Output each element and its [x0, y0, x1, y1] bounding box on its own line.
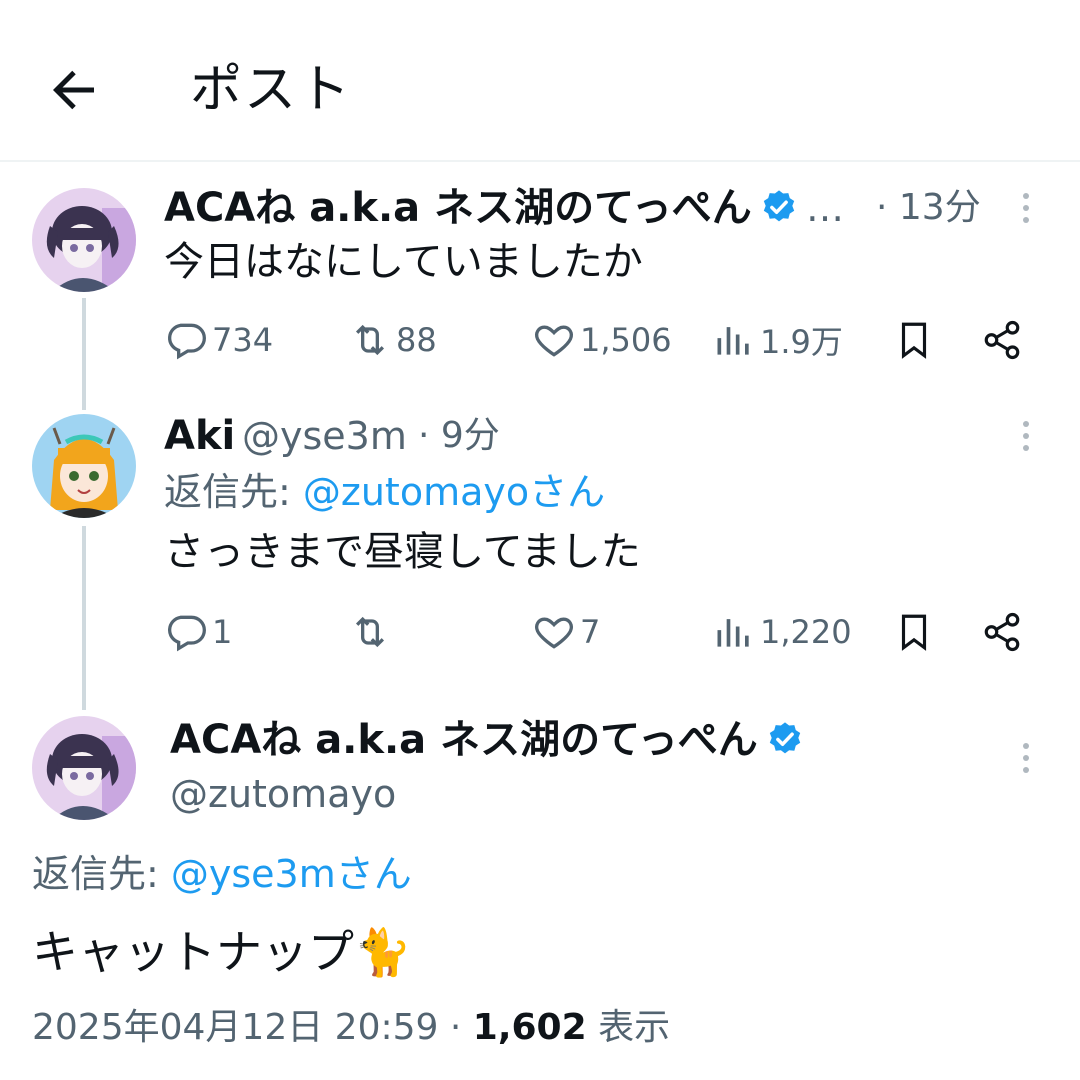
- post-text-content: キャットナップ: [32, 925, 354, 979]
- reply-count: 734: [212, 321, 274, 359]
- author-handle[interactable]: @zutomayo: [170, 766, 396, 822]
- post-metadata: 2025年04月12日 20:59 · 1,602 表示: [32, 1000, 670, 1056]
- more-options-icon[interactable]: [1006, 408, 1046, 464]
- reply-context: 返信先: @yse3mさん: [32, 846, 412, 902]
- repost-button[interactable]: 88: [348, 312, 437, 368]
- verified-badge-icon: [760, 188, 798, 226]
- avatar[interactable]: [32, 188, 136, 292]
- avatar[interactable]: [32, 414, 136, 518]
- bookmark-icon[interactable]: [886, 604, 942, 660]
- avatar[interactable]: [32, 716, 136, 820]
- more-options-icon[interactable]: [1006, 180, 1046, 236]
- verified-badge-icon: [766, 720, 804, 758]
- thread-line: [82, 298, 86, 410]
- like-count: 1,506: [580, 321, 672, 359]
- heart-icon: [535, 617, 573, 649]
- post-time[interactable]: · 13分: [876, 180, 981, 236]
- thread-line: [82, 526, 86, 710]
- views-count: 1,602: [472, 1007, 587, 1048]
- views-button[interactable]: 1.9万: [712, 312, 843, 368]
- bookmark-icon[interactable]: [886, 312, 942, 368]
- author-handle[interactable]: @yse3m: [242, 408, 407, 464]
- views-chart-icon: [717, 619, 749, 647]
- post-text: キャットナップ🐈: [32, 920, 411, 984]
- reply-icon: [168, 615, 206, 652]
- page-title: ポスト: [190, 60, 353, 120]
- views-button[interactable]: 1,220: [712, 604, 852, 660]
- post-text: さっきまで昼寝してました: [164, 529, 641, 575]
- cat-emoji-icon: 🐈: [354, 925, 412, 979]
- like-button[interactable]: 7: [532, 604, 600, 660]
- reply-count: 1: [212, 613, 233, 651]
- author-name[interactable]: ACAね a.k.a ネス湖のてっぺん: [164, 180, 752, 236]
- views-label: 表示: [598, 1007, 671, 1048]
- views-chart-icon: [717, 327, 749, 355]
- heart-icon: [535, 325, 573, 357]
- like-count: 7: [580, 613, 601, 651]
- reply-target-link[interactable]: @zutomayoさん: [303, 470, 605, 514]
- share-icon[interactable]: [974, 312, 1030, 368]
- repost-icon: [355, 616, 385, 648]
- views-count: 1,220: [760, 613, 852, 651]
- repost-button[interactable]: [348, 604, 396, 660]
- reply-prefix: 返信先:: [32, 852, 171, 896]
- reply-target-link[interactable]: @yse3mさん: [171, 852, 412, 896]
- post-timestamp[interactable]: 2025年04月12日 20:59 ·: [32, 1007, 473, 1048]
- reply-button[interactable]: 734: [164, 312, 273, 368]
- reply-context: 返信先: @zutomayoさん: [164, 464, 605, 520]
- share-icon[interactable]: [974, 604, 1030, 660]
- reply-button[interactable]: 1: [164, 604, 232, 660]
- post-text: 今日はなにしていましたか: [164, 239, 643, 285]
- author-name[interactable]: ACAね a.k.a ネス湖のてっぺん: [170, 712, 758, 768]
- more-options-icon[interactable]: [1006, 730, 1046, 786]
- views-count: 1.9万: [760, 323, 843, 361]
- post-time[interactable]: · 9分: [418, 408, 500, 464]
- truncation-ellipsis: …: [806, 186, 844, 230]
- reply-icon: [168, 323, 206, 360]
- repost-icon: [355, 324, 385, 356]
- reply-prefix: 返信先:: [164, 470, 303, 514]
- back-arrow-icon[interactable]: [44, 60, 104, 120]
- repost-count: 88: [396, 321, 437, 359]
- top-bar: ポスト: [0, 0, 1080, 162]
- like-button[interactable]: 1,506: [532, 312, 672, 368]
- author-name[interactable]: Aki: [164, 408, 235, 464]
